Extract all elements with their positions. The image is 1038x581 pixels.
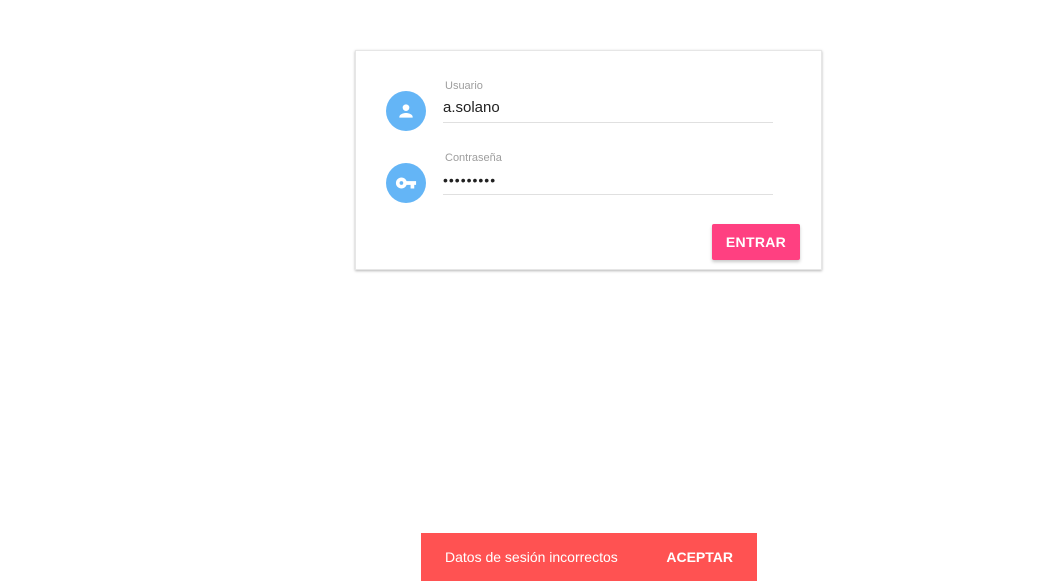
password-input[interactable]: [443, 165, 773, 195]
login-card: Usuario Contraseña ENTRAR: [355, 50, 822, 270]
password-label: Contraseña: [445, 152, 502, 164]
username-label: Usuario: [445, 80, 483, 92]
enter-button[interactable]: ENTRAR: [712, 224, 800, 260]
username-field: Usuario: [443, 79, 773, 123]
password-field: Contraseña: [443, 151, 773, 195]
user-icon: [386, 91, 426, 131]
login-page: Usuario Contraseña ENTRAR Datos de sesió…: [0, 0, 1038, 581]
key-icon: [386, 163, 426, 203]
snackbar-message: Datos de sesión incorrectos: [445, 549, 618, 565]
accept-button[interactable]: ACEPTAR: [666, 549, 733, 565]
error-snackbar: Datos de sesión incorrectos ACEPTAR: [421, 533, 757, 581]
username-input[interactable]: [443, 93, 773, 123]
